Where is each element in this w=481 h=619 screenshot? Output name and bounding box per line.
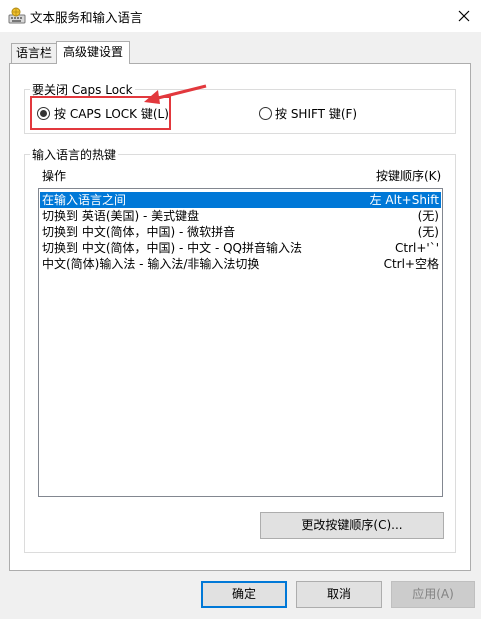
list-item[interactable]: 在输入语言之间 左 Alt+Shift [40, 192, 441, 208]
keyboard-language-icon [8, 7, 26, 25]
close-button[interactable] [447, 0, 481, 32]
shift-option-label[interactable]: 按 SHIFT 键(F) [275, 105, 357, 122]
list-item-keys: (无) [417, 209, 439, 223]
list-item-action: 切换到 中文(简体，中国) - 中文 - QQ拼音输入法 [42, 241, 302, 255]
list-item-action: 中文(简体)输入法 - 输入法/非输入法切换 [42, 257, 260, 271]
ok-button[interactable]: 确定 [201, 581, 287, 608]
caps-lock-radio[interactable] [37, 107, 50, 120]
list-item[interactable]: 中文(简体)输入法 - 输入法/非输入法切换 Ctrl+空格 [40, 256, 441, 272]
list-item-keys: Ctrl+'`' [394, 241, 439, 255]
list-item-action: 切换到 中文(简体，中国) - 微软拼音 [42, 225, 236, 239]
list-item[interactable]: 切换到 英语(美国) - 美式键盘 (无) [40, 208, 441, 224]
apply-button[interactable]: 应用(A) [391, 581, 475, 608]
column-header-key-sequence: 按键顺序(K) [376, 169, 442, 183]
title-bar: 文本服务和输入语言 [0, 0, 481, 32]
window-title: 文本服务和输入语言 [30, 10, 143, 25]
list-item[interactable]: 切换到 中文(简体，中国) - 中文 - QQ拼音输入法 Ctrl+'`' [40, 240, 441, 256]
list-item-keys: Ctrl+空格 [383, 257, 439, 271]
caps-lock-option-label[interactable]: 按 CAPS LOCK 键(L) [54, 105, 169, 122]
tab-language-bar[interactable]: 语言栏 [11, 43, 57, 63]
list-item-keys: (无) [417, 225, 439, 239]
list-item-action: 在输入语言之间 [42, 193, 127, 207]
list-item-action: 切换到 英语(美国) - 美式键盘 [42, 209, 200, 223]
shift-radio[interactable] [259, 107, 272, 120]
change-key-sequence-button[interactable]: 更改按键顺序(C)... [260, 512, 444, 539]
list-item[interactable]: 切换到 中文(简体，中国) - 微软拼音 (无) [40, 224, 441, 240]
column-header-action: 操作 [42, 169, 67, 183]
tab-advanced-key-settings[interactable]: 高级键设置 [56, 41, 130, 64]
list-item-keys: 左 Alt+Shift [369, 193, 439, 207]
close-icon [458, 10, 470, 22]
hotkeys-legend: 输入语言的热键 [30, 146, 119, 163]
cancel-button[interactable]: 取消 [296, 581, 382, 608]
hotkeys-list[interactable]: 在输入语言之间 左 Alt+Shift 切换到 英语(美国) - 美式键盘 (无… [38, 188, 443, 497]
